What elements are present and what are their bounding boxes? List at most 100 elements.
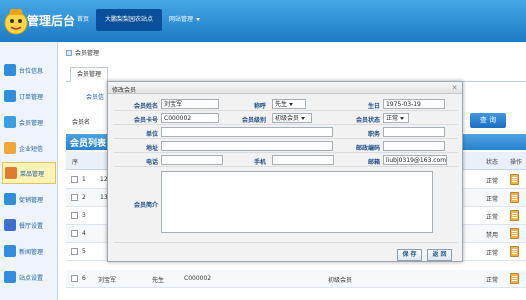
job-field[interactable] [383, 127, 445, 137]
column-header-action: 操作 [510, 159, 523, 166]
nav-site-management-label: 网站管理 [169, 16, 194, 23]
sidebar-item-label: 站点设置 [19, 274, 44, 282]
search-label: 会员名 [72, 119, 91, 126]
tab-strip: 会员管理 [66, 64, 526, 82]
status-select[interactable]: 正常 [383, 113, 409, 123]
company-field[interactable] [161, 127, 333, 137]
row-checkbox[interactable] [71, 194, 78, 201]
column-header-status: 状态 [486, 159, 499, 166]
news-icon [4, 245, 16, 257]
list-title: 会员列表 [70, 139, 107, 149]
level-select-value: 初级会员 [275, 115, 300, 122]
page-title-text: 会员管理 [75, 50, 100, 57]
cell-status: 正常 [486, 277, 499, 284]
divider [114, 138, 458, 139]
email-field[interactable]: liubj0319@163.com [383, 155, 447, 165]
nav-site[interactable]: 大鹏梨梨园农站点 [96, 9, 163, 31]
top-header: 管理后台 首页 大鹏梨梨园农站点 网站管理 [0, 0, 526, 42]
divider [114, 166, 458, 167]
nav-site-management[interactable]: 网站管理 [162, 9, 207, 31]
chevron-down-icon [301, 117, 306, 120]
table-row: 6 刘宝军 先生 C000002 初级会员 正常 [66, 270, 526, 288]
edit-icon[interactable] [510, 228, 519, 239]
name-label: 会员姓名 [133, 103, 158, 110]
birthday-field[interactable]: 1975-03-19 [383, 99, 445, 109]
dialog-title: 修改会员 [112, 87, 137, 94]
top-nav: 首页 大鹏梨梨园农站点 网站管理 [70, 9, 207, 31]
intro-textarea[interactable] [161, 171, 433, 233]
status-label: 会员状态 [355, 117, 380, 124]
sidebar-item-members[interactable]: 会员管理 [2, 111, 56, 133]
member-info-link[interactable]: 会员信 [86, 92, 104, 101]
sidebar-item-label: 菜品管理 [20, 170, 45, 178]
sidebar-item-promotions[interactable]: 促销管理 [2, 188, 56, 210]
dish-icon [5, 167, 17, 179]
promo-icon [4, 193, 16, 205]
cell-status: 正常 [486, 214, 499, 221]
edit-icon[interactable] [510, 210, 519, 221]
tab-member-management[interactable]: 会员管理 [70, 67, 109, 82]
edit-member-dialog: 修改会员 ✕ 会员姓名 刘宝军 称呼 先生 生日 1975-03-19 会员卡号… [107, 81, 463, 262]
sidebar-item-table-info[interactable]: 台位信息 [2, 59, 56, 81]
salutation-select[interactable]: 先生 [272, 99, 306, 109]
card-number-field[interactable]: C000002 [161, 113, 219, 123]
page-icon [66, 49, 72, 56]
sidebar-item-label: 餐厅设置 [19, 222, 44, 230]
sidebar-item-label: 新闻管理 [19, 248, 44, 256]
phone-field[interactable] [161, 155, 223, 165]
chevron-down-icon [400, 117, 405, 120]
app-title: 管理后台 [27, 14, 76, 28]
cell-seq: 6 [82, 275, 86, 282]
cell-seq: 2 [82, 194, 86, 201]
back-button[interactable]: 返 回 [427, 249, 452, 261]
job-label: 职务 [367, 131, 380, 138]
sidebar-item-site-settings[interactable]: 站点设置 [2, 266, 56, 288]
zip-field[interactable] [383, 141, 445, 151]
table-icon [4, 64, 16, 76]
row-checkbox[interactable] [71, 212, 78, 219]
close-icon[interactable]: ✕ [450, 84, 459, 92]
save-button[interactable]: 保 存 [397, 249, 422, 261]
chevron-down-icon [196, 18, 201, 21]
sidebar-item-label: 企业短信 [19, 145, 44, 153]
mobile-label: 手机 [253, 159, 266, 166]
cell-seq: 3 [82, 212, 86, 219]
row-checkbox[interactable] [71, 176, 78, 183]
edit-icon[interactable] [510, 192, 519, 203]
order-icon [4, 90, 16, 102]
email-label: 邮箱 [367, 159, 380, 166]
sidebar-item-sms[interactable]: 企业短信 [2, 137, 56, 159]
row-checkbox[interactable] [71, 275, 78, 282]
address-field[interactable] [161, 141, 333, 151]
dialog-header: 修改会员 ✕ [108, 82, 462, 94]
divider [114, 152, 458, 153]
birthday-label: 生日 [367, 103, 380, 110]
sidebar-item-dishes[interactable]: 菜品管理 [2, 162, 56, 184]
sidebar-item-label: 促销管理 [19, 196, 44, 204]
cell-status: 正常 [486, 196, 499, 203]
sidebar-item-restaurant[interactable]: 餐厅设置 [2, 214, 56, 236]
salutation-select-value: 先生 [275, 101, 288, 108]
name-field[interactable]: 刘宝军 [161, 99, 219, 109]
query-button[interactable]: 查 询 [470, 113, 506, 128]
sidebar-item-label: 订单管理 [19, 93, 44, 101]
column-header-seq: 序 [72, 159, 79, 166]
divider [114, 110, 458, 111]
site-icon [4, 271, 16, 283]
edit-icon[interactable] [510, 246, 519, 257]
row-checkbox[interactable] [71, 248, 78, 255]
sidebar-item-orders[interactable]: 订单管理 [2, 85, 56, 107]
nav-home[interactable]: 首页 [70, 9, 96, 31]
edit-icon[interactable] [510, 273, 519, 284]
chevron-down-icon [289, 103, 294, 106]
level-select[interactable]: 初级会员 [272, 113, 312, 123]
divider [114, 242, 458, 243]
edit-icon[interactable] [510, 174, 519, 185]
row-checkbox[interactable] [71, 230, 78, 237]
cell-gender: 先生 [152, 277, 165, 284]
cell-status: 正常 [486, 178, 499, 185]
phone-label: 电话 [145, 159, 158, 166]
sidebar-item-label: 会员管理 [19, 119, 44, 127]
sidebar-item-news[interactable]: 新闻管理 [2, 240, 56, 262]
mobile-field[interactable] [272, 155, 334, 165]
